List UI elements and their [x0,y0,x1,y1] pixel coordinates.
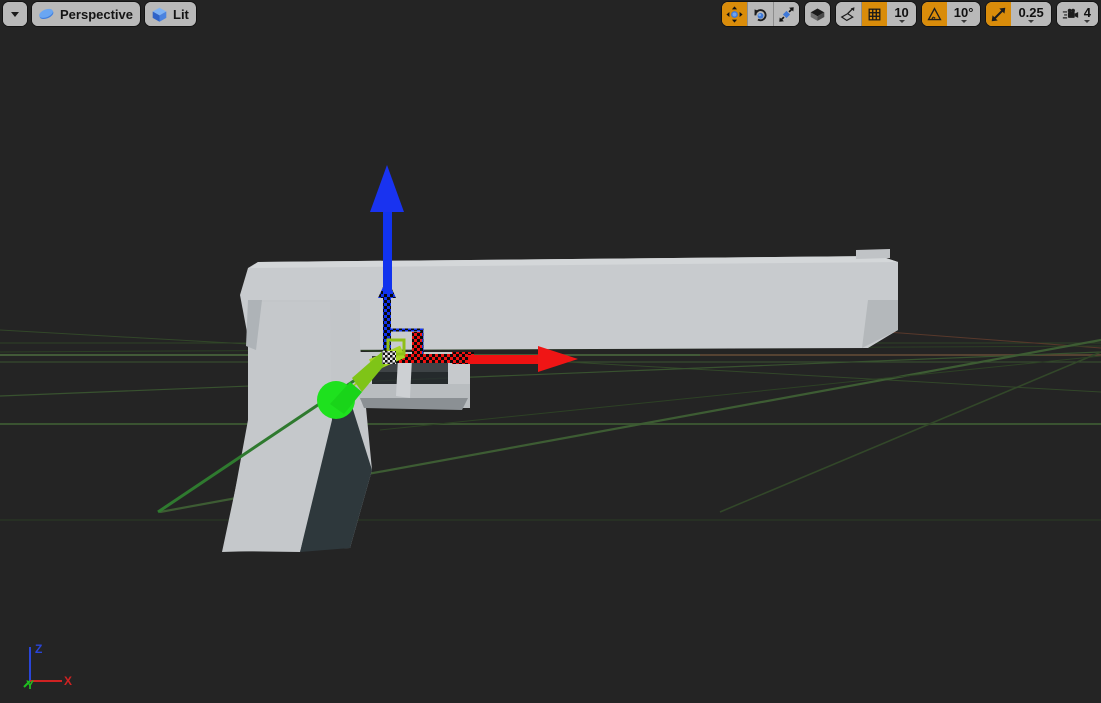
cube-icon[interactable] [805,2,831,26]
transform-tools-group [722,2,800,26]
scale-snap-group: 0.25 [986,2,1051,26]
view-type-label: Perspective [60,6,133,22]
gizmo-y-axis [157,338,406,514]
lit-cube-icon [145,2,170,26]
viewport-3d-scene[interactable] [0,0,1101,703]
movie-camera-icon[interactable] [1056,2,1081,26]
snapping-group: 10 [836,2,916,26]
rotation-snap-group: 10° [921,2,981,26]
scale-snap-value: 0.25 [1018,4,1044,20]
grid-size-dropdown[interactable]: 10 [887,2,916,26]
translate-tool-button[interactable] [722,2,748,26]
view-type-button[interactable]: Perspective [32,2,140,26]
gizmo-z-axis [370,165,424,360]
grid-size-value: 10 [894,4,909,20]
rotation-snap-dropdown[interactable]: 10° [946,2,981,26]
camera-speed-value: 4 [1083,4,1091,20]
grid-snap-toggle[interactable] [861,2,888,26]
rotate-tool-button[interactable] [747,2,774,26]
translate-gizmo[interactable] [0,0,1101,703]
rotation-snap-value: 10° [953,4,974,20]
viewport-options-dropdown[interactable] [3,2,27,26]
scale-snap-dropdown[interactable]: 0.25 [1011,2,1051,26]
scale-snap-toggle[interactable] [986,2,1012,26]
gizmo-x-axis [390,332,578,372]
surface-snapping-toggle[interactable] [836,2,862,26]
rotation-snap-toggle[interactable] [921,2,947,26]
coordinate-space-toggle[interactable] [805,2,831,26]
perspective-camera-icon [32,2,57,26]
camera-speed-dropdown[interactable]: 4 [1080,2,1098,26]
view-mode-label: Lit [173,6,189,22]
camera-speed-group: 4 [1056,2,1098,26]
scale-tool-button[interactable] [773,2,800,26]
view-mode-button[interactable]: Lit [145,2,196,26]
chevron-down-icon[interactable] [3,2,27,26]
level-viewport[interactable]: Z X Y Perspective Lit 10 10° 0.25 4 [0,0,1101,703]
